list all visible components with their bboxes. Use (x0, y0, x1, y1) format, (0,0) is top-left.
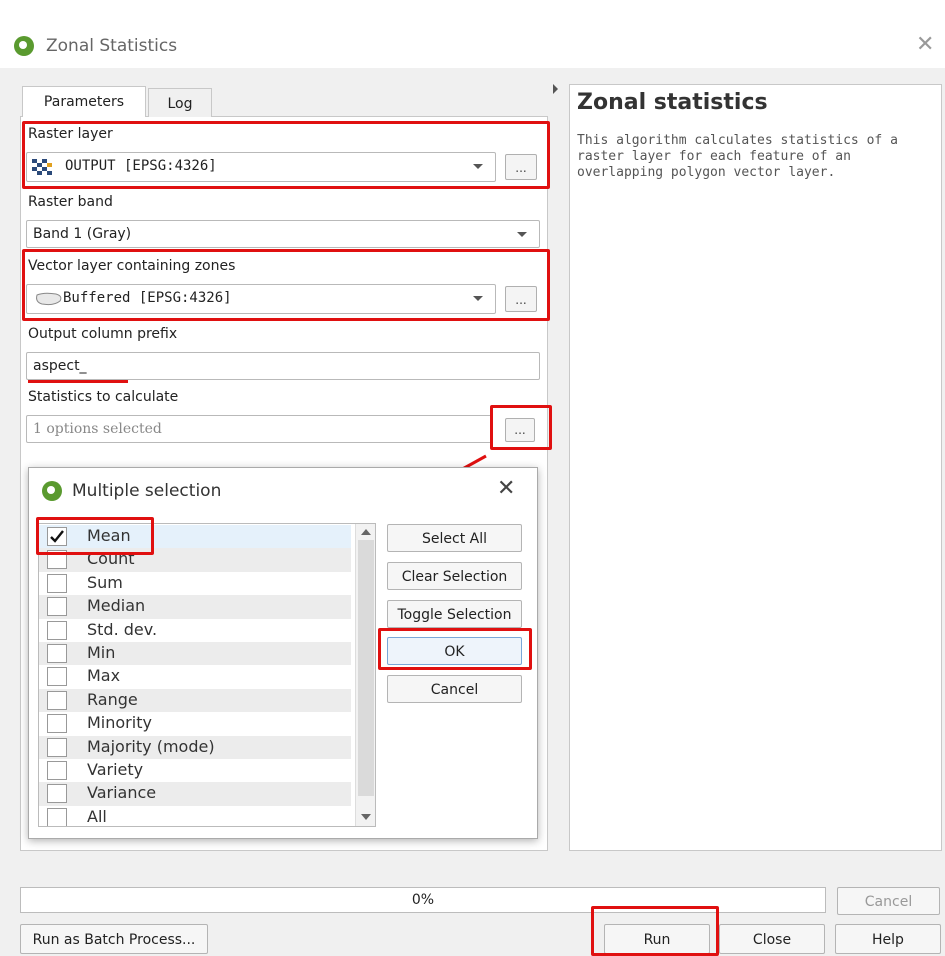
tab-parameters[interactable]: Parameters (22, 86, 146, 117)
prefix-underline-highlight (28, 380, 128, 383)
footer-cancel-button[interactable]: Cancel (837, 887, 940, 915)
highlight-raster-layer (22, 121, 550, 189)
raster-band-value: Band 1 (Gray) (33, 226, 132, 242)
qgis-logo-icon (14, 36, 34, 56)
statistics-list: Mean Count Sum Median Std. dev. Min Max Range Mi… (38, 523, 376, 827)
statistics-list-rows: Mean Count Sum Median Std. dev. Min Max Range Mi… (39, 525, 354, 826)
checkbox[interactable] (47, 620, 67, 640)
list-item[interactable]: Variance (39, 782, 351, 806)
list-item-label: Min (87, 643, 116, 662)
prefix-label: Output column prefix (28, 326, 178, 342)
list-item[interactable]: Max (39, 665, 351, 688)
help-body: This algorithm calculates statistics of … (577, 133, 898, 180)
help-panel (569, 84, 942, 851)
list-item[interactable]: Median (39, 595, 351, 619)
list-item[interactable]: Variety (39, 759, 351, 782)
qgis-logo-icon (42, 481, 62, 501)
scroll-up-icon[interactable] (361, 529, 371, 535)
stats-value: 1 options selected (33, 421, 162, 437)
highlight-vector-layer (22, 249, 550, 321)
list-item[interactable]: Sum (39, 572, 351, 595)
list-item[interactable]: Std. dev. (39, 619, 351, 642)
list-item-label: Majority (mode) (87, 736, 215, 756)
prefix-value: aspect_ (33, 358, 87, 374)
select-all-button[interactable]: Select All (387, 524, 522, 552)
list-scrollbar[interactable] (355, 524, 375, 826)
stats-selector: 1 options selected (26, 415, 492, 443)
list-item[interactable]: Minority (39, 712, 351, 735)
list-item[interactable]: Majority (mode) (39, 735, 351, 759)
checkbox[interactable] (47, 761, 67, 780)
close-button[interactable]: Close (719, 924, 825, 954)
checkbox[interactable] (47, 737, 67, 757)
scroll-down-icon[interactable] (361, 814, 371, 820)
help-button[interactable]: Help (835, 924, 941, 954)
highlight-stats-button (490, 405, 552, 450)
checkbox[interactable] (47, 644, 67, 663)
list-item-label: Minority (87, 713, 152, 733)
list-item-label: Variance (87, 783, 157, 803)
list-item-label: Median (87, 596, 146, 616)
list-item-label: Std. dev. (87, 619, 158, 639)
highlight-mean-item (36, 517, 154, 555)
scroll-thumb[interactable] (358, 540, 374, 796)
multiple-selection-title: Multiple selection (72, 481, 222, 501)
list-item[interactable]: All (39, 806, 351, 826)
progress-text: 0% (411, 892, 435, 908)
tab-log[interactable]: Log (148, 88, 212, 117)
highlight-run-button (591, 906, 719, 956)
list-item-label: Max (87, 666, 121, 686)
stats-label: Statistics to calculate (28, 389, 179, 405)
checkbox[interactable] (47, 667, 67, 687)
close-icon[interactable]: ✕ (497, 476, 515, 501)
close-icon[interactable]: ✕ (916, 32, 934, 57)
cancel-button[interactable]: Cancel (387, 675, 522, 703)
clear-selection-button[interactable]: Clear Selection (387, 562, 522, 590)
chevron-down-icon (517, 232, 527, 237)
toggle-selection-button[interactable]: Toggle Selection (387, 600, 522, 628)
checkbox[interactable] (47, 690, 67, 710)
prefix-input[interactable]: aspect_ (26, 352, 540, 380)
checkbox[interactable] (47, 573, 67, 593)
help-title: Zonal statistics (577, 90, 768, 115)
highlight-ok-button (378, 628, 532, 670)
checkbox[interactable] (47, 714, 67, 734)
window-title: Zonal Statistics (46, 36, 178, 56)
list-item[interactable]: Range (39, 688, 351, 713)
list-item-label: Sum (87, 572, 123, 592)
checkbox[interactable] (47, 807, 67, 826)
list-item-label: All (87, 806, 107, 826)
collapse-arrow-icon[interactable] (553, 84, 558, 94)
list-item[interactable]: Min (39, 642, 351, 666)
list-item-label: Range (87, 689, 138, 709)
list-item-label: Variety (87, 760, 144, 779)
raster-band-combo[interactable]: Band 1 (Gray) (26, 220, 540, 248)
checkbox[interactable] (47, 784, 67, 804)
raster-band-label: Raster band (28, 194, 113, 210)
checkbox[interactable] (47, 597, 67, 617)
batch-process-button[interactable]: Run as Batch Process... (20, 924, 208, 954)
